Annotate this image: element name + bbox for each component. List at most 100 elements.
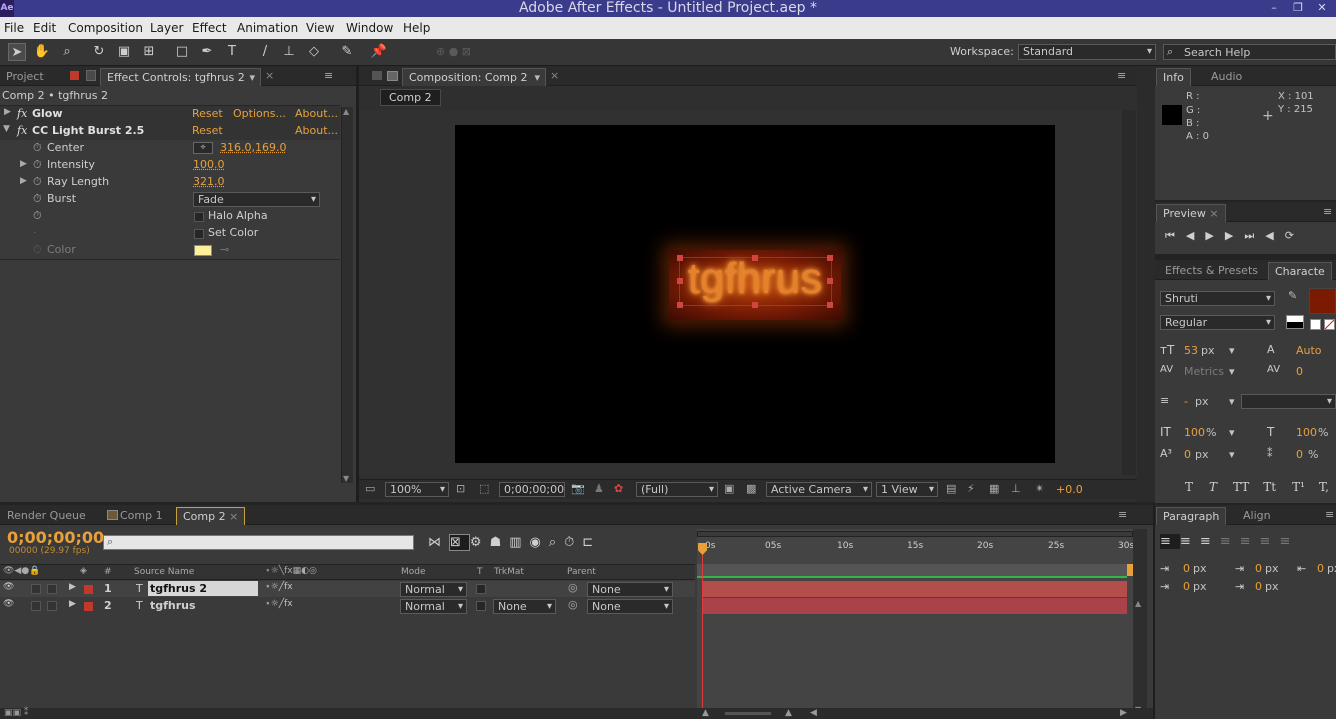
crosshair-icon[interactable]: ⌖ [193,142,213,154]
close-icon[interactable]: × [1209,207,1218,220]
flowchart-icon[interactable]: ⊥ [1011,482,1021,495]
align-left-icon[interactable]: ≡ [1160,534,1180,549]
eye-icon[interactable]: 👁 [3,582,14,592]
tab-audio[interactable]: Audio [1205,68,1248,86]
chevron-down-icon[interactable]: ▾ [1229,395,1235,408]
panel-divider[interactable] [356,66,359,502]
menu-effect[interactable]: Effect [192,21,227,35]
panel-menu-icon[interactable]: ≡ [1325,508,1334,521]
type-tool-icon[interactable]: T [223,43,241,61]
resolution-dropdown[interactable]: (Full) [636,482,718,497]
rectangle-tool-icon[interactable]: □ [173,43,191,61]
expand-triangle-icon[interactable]: ▶ [4,107,11,117]
panel-divider[interactable] [1153,505,1155,719]
transform-handle[interactable] [827,278,833,284]
label-color-swatch[interactable] [84,602,93,611]
parent-dropdown[interactable]: None [587,582,673,597]
fill-color-swatch[interactable] [1309,288,1336,314]
menu-composition[interactable]: Composition [68,21,143,35]
justify-left-icon[interactable]: ≡ [1220,534,1240,549]
font-size-value[interactable]: 53 [1184,344,1198,357]
menu-layer[interactable]: Layer [150,21,183,35]
eye-icon[interactable]: 👁 [3,599,14,609]
tab-composition[interactable]: Composition: Comp 2 ▾ [402,68,546,86]
fx-icon[interactable]: fx [17,124,27,137]
transform-handle[interactable] [752,302,758,308]
eyedropper-icon[interactable]: ⊸ [220,243,229,256]
halo-alpha-checkbox[interactable] [194,212,204,222]
font-style-dropdown[interactable]: Regular [1160,315,1275,330]
scroll-right-icon[interactable]: ▶ [1120,708,1127,718]
tab-project[interactable]: Project [0,68,50,86]
frame-blending-icon[interactable]: ☗ [490,535,510,550]
timeline-search-input[interactable]: ⌕ [103,535,414,550]
about-link[interactable]: About... [295,107,338,120]
zoom-out-icon[interactable]: ▲ [702,708,709,718]
expand-triangle-icon[interactable]: ▶ [20,176,27,186]
selection-tool-icon[interactable]: ➤ [8,43,26,61]
menu-help[interactable]: Help [403,21,430,35]
rotation-tool-icon[interactable]: ↻ [90,43,108,61]
faux-italic-button[interactable]: T [1209,480,1217,494]
close-icon[interactable]: × [265,69,274,82]
tsume-value[interactable]: 0 [1296,448,1303,461]
menu-window[interactable]: Window [346,21,393,35]
maximize-button[interactable]: ❐ [1287,0,1309,17]
transform-handle[interactable] [827,302,833,308]
brush-tool-icon[interactable]: / [256,43,274,61]
play-icon[interactable]: ▶ [1205,229,1224,242]
trkmat-dropdown[interactable]: None [493,599,556,614]
hand-tool-icon[interactable]: ✋ [33,43,51,61]
indent-right-value[interactable]: 0 [1317,562,1324,575]
expand-triangle-icon[interactable]: ▶ [69,599,76,609]
clone-stamp-tool-icon[interactable]: ⊥ [280,43,298,61]
next-frame-icon[interactable]: ▶ [1225,229,1244,242]
panel-divider[interactable] [1137,66,1155,502]
first-line-indent-value[interactable]: 0 [1183,580,1190,593]
panel-menu-icon[interactable]: ≡ [324,69,333,82]
zoom-dropdown[interactable]: 100% [385,482,449,497]
reset-link[interactable]: Reset [192,107,223,120]
leading-value[interactable]: Auto [1296,344,1322,357]
stopwatch-icon[interactable]: ⏱ [564,535,582,550]
views-dropdown[interactable]: 1 View [876,482,938,497]
text-layer-bounds[interactable]: tgfhrus [669,250,841,320]
mode-dropdown[interactable]: Normal [400,599,467,614]
options-link[interactable]: Options... [233,107,286,120]
parent-dropdown[interactable]: None [587,599,673,614]
scroll-up-icon[interactable]: ▲ [343,107,349,116]
camera-orbit-tool-icon[interactable]: ▣ [115,43,133,61]
panel-menu-icon[interactable]: ≡ [1118,508,1127,521]
stopwatch-icon[interactable]: ⏱ [33,141,42,155]
baseline-shift-value[interactable]: 0 [1184,448,1191,461]
justify-right-icon[interactable]: ≡ [1260,534,1280,549]
kerning-value[interactable]: Metrics [1184,365,1224,378]
stroke-style-dropdown[interactable] [1241,394,1336,409]
lock-toggle[interactable] [47,601,57,611]
tab-paragraph[interactable]: Paragraph [1156,507,1227,525]
all-caps-button[interactable]: TT [1233,480,1249,494]
zoom-in-icon[interactable]: ▲ [785,708,792,718]
exposure-value[interactable]: +0.0 [1056,483,1083,496]
no-fill-icon[interactable] [1310,319,1321,330]
safe-zones-icon[interactable]: ⬚ [479,482,489,495]
layer-switches-icon[interactable]: ⋆☼╱fx [265,582,293,592]
transparency-grid-icon[interactable]: ▩ [746,482,756,495]
space-before-value[interactable]: 0 [1255,562,1262,575]
chevron-down-icon[interactable]: ▾ [249,69,255,86]
close-icon[interactable]: × [229,510,238,523]
first-frame-icon[interactable]: ⏮ [1165,229,1186,242]
comp-canvas[interactable]: tgfhrus [455,125,1055,463]
always-preview-icon[interactable]: ▭ [365,482,375,495]
timeline-zoom-slider[interactable] [725,712,771,715]
fit-icon[interactable]: ⊡ [456,482,465,495]
chevron-down-icon[interactable]: ▾ [1229,448,1235,461]
preserve-transparency-checkbox[interactable] [476,601,486,611]
collapse-triangle-icon[interactable]: ▼ [3,124,10,134]
tracking-value[interactable]: 0 [1296,365,1303,378]
justify-center-icon[interactable]: ≡ [1240,534,1260,549]
work-area-bar[interactable] [697,531,1133,537]
stroke-color-swatch[interactable] [1286,315,1304,329]
current-time-indicator[interactable] [702,543,703,716]
mute-icon[interactable]: ◀ [1265,229,1284,242]
